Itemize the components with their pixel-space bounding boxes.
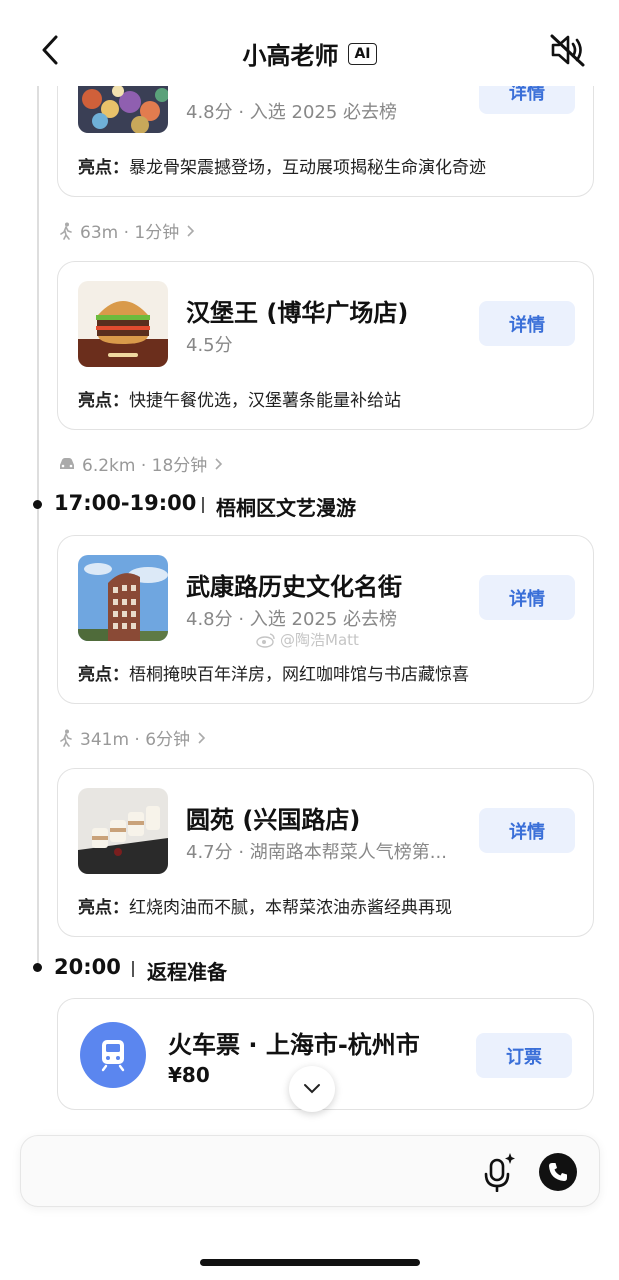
transit-text: 63m · 1分钟 — [80, 223, 180, 243]
slot-title: 梧桐区文艺漫游 — [216, 496, 356, 520]
highlight-label: 亮点： — [78, 665, 129, 685]
transit-text: 341m · 6分钟 — [80, 730, 191, 750]
braised-pork-image — [78, 788, 168, 874]
poi-card[interactable]: 汉堡王 (博华广场店) 4.5分 详情 亮点：快捷午餐优选，汉堡薯条能量补给站 — [57, 261, 594, 430]
ticket-price: ¥80 — [168, 1063, 210, 1087]
transit-text: 6.2km · 18分钟 — [82, 456, 208, 476]
highlight-label: 亮点： — [78, 158, 129, 178]
poi-highlight: 亮点：暴龙骨架震撼登场，互动展项揭秘生命演化奇迹 — [78, 153, 486, 178]
highlight-text: 红烧肉油而不腻，本帮菜浓油赤酱经典再现 — [129, 898, 452, 918]
poi-highlight: 亮点：梧桐掩映百年洋房，网红咖啡馆与书店藏惊喜 — [78, 660, 469, 685]
poi-name: 汉堡王 (博华广场店) — [186, 299, 409, 327]
slot-title: 返程准备 — [147, 960, 227, 984]
poi-rating: 4.8分 · 入选 2025 必去榜 — [186, 609, 398, 630]
speaker-muted-icon — [550, 34, 585, 67]
chevron-right-icon — [215, 457, 223, 470]
highlight-text: 梧桐掩映百年洋房，网红咖啡馆与书店藏惊喜 — [129, 665, 469, 685]
detail-button[interactable]: 详情 — [479, 301, 575, 346]
highlight-text: 暴龙骨架震撼登场，互动展项揭秘生命演化奇迹 — [129, 158, 486, 178]
ticket-title: 火车票 · 上海市-杭州市 — [168, 1031, 420, 1059]
chat-input-bar — [20, 1135, 600, 1207]
poi-highlight: 亮点：红烧肉油而不腻，本帮菜浓油赤酱经典再现 — [78, 893, 452, 918]
walk-icon — [60, 729, 72, 747]
slot-time: 20:00 — [54, 955, 121, 979]
timeline-dot — [33, 963, 42, 972]
chevron-down-icon — [304, 1084, 320, 1094]
app-header: 小高老师 AI — [0, 0, 619, 86]
home-indicator — [200, 1259, 420, 1266]
voice-input-button[interactable] — [479, 1152, 519, 1192]
transit-walk[interactable]: 63m · 1分钟 — [58, 218, 195, 243]
call-button[interactable] — [539, 1153, 577, 1191]
train-icon — [80, 1022, 146, 1088]
slot-time: 17:00-19:00 — [54, 491, 197, 515]
poi-rating: 4.8分 · 入选 2025 必去榜 — [186, 102, 398, 123]
header-title-group: 小高老师 AI — [0, 36, 619, 71]
poi-card[interactable]: 武康路历史文化名街 4.8分 · 入选 2025 必去榜 详情 亮点：梧桐掩映百… — [57, 535, 594, 704]
poi-rating: 4.7分 · 湖南路本帮菜人气榜第... — [186, 842, 447, 863]
wukang-building-image — [78, 555, 168, 641]
timeline-line — [37, 86, 39, 968]
highlight-text: 快捷午餐优选，汉堡薯条能量补给站 — [129, 391, 401, 411]
highlight-label: 亮点： — [78, 391, 129, 411]
poi-rating: 4.5分 — [186, 335, 233, 356]
highlight-label: 亮点： — [78, 898, 129, 918]
phone-icon — [549, 1163, 567, 1181]
poi-card[interactable]: 圆苑 (兴国路店) 4.7分 · 湖南路本帮菜人气榜第... 详情 亮点：红烧肉… — [57, 768, 594, 937]
detail-button[interactable]: 详情 — [479, 575, 575, 620]
chevron-right-icon — [187, 224, 195, 237]
page-title: 小高老师 — [242, 42, 339, 70]
slot-divider — [202, 497, 204, 513]
scroll-down-button[interactable] — [289, 1066, 335, 1112]
ai-badge: AI — [348, 42, 377, 65]
mute-button[interactable] — [546, 30, 590, 70]
transit-walk[interactable]: 341m · 6分钟 — [58, 725, 206, 750]
book-ticket-button[interactable]: 订票 — [476, 1033, 572, 1078]
itinerary-scroll-area[interactable]: 4.8分 · 入选 2025 必去榜 详情 亮点：暴龙骨架震撼登场，互动展项揭秘… — [0, 0, 619, 1125]
detail-button[interactable]: 详情 — [479, 808, 575, 853]
walk-icon — [60, 222, 72, 240]
slot-divider — [132, 961, 134, 977]
car-icon — [60, 457, 74, 469]
poi-name: 圆苑 (兴国路店) — [186, 806, 361, 834]
timeline-dot — [33, 500, 42, 509]
message-input[interactable] — [39, 1156, 459, 1188]
transit-drive[interactable]: 6.2km · 18分钟 — [58, 451, 223, 476]
poi-name: 武康路历史文化名街 — [186, 573, 402, 601]
chevron-right-icon — [198, 731, 206, 744]
burger-image — [78, 281, 168, 367]
poi-highlight: 亮点：快捷午餐优选，汉堡薯条能量补给站 — [78, 386, 401, 411]
ai-microphone-icon — [484, 1153, 515, 1192]
